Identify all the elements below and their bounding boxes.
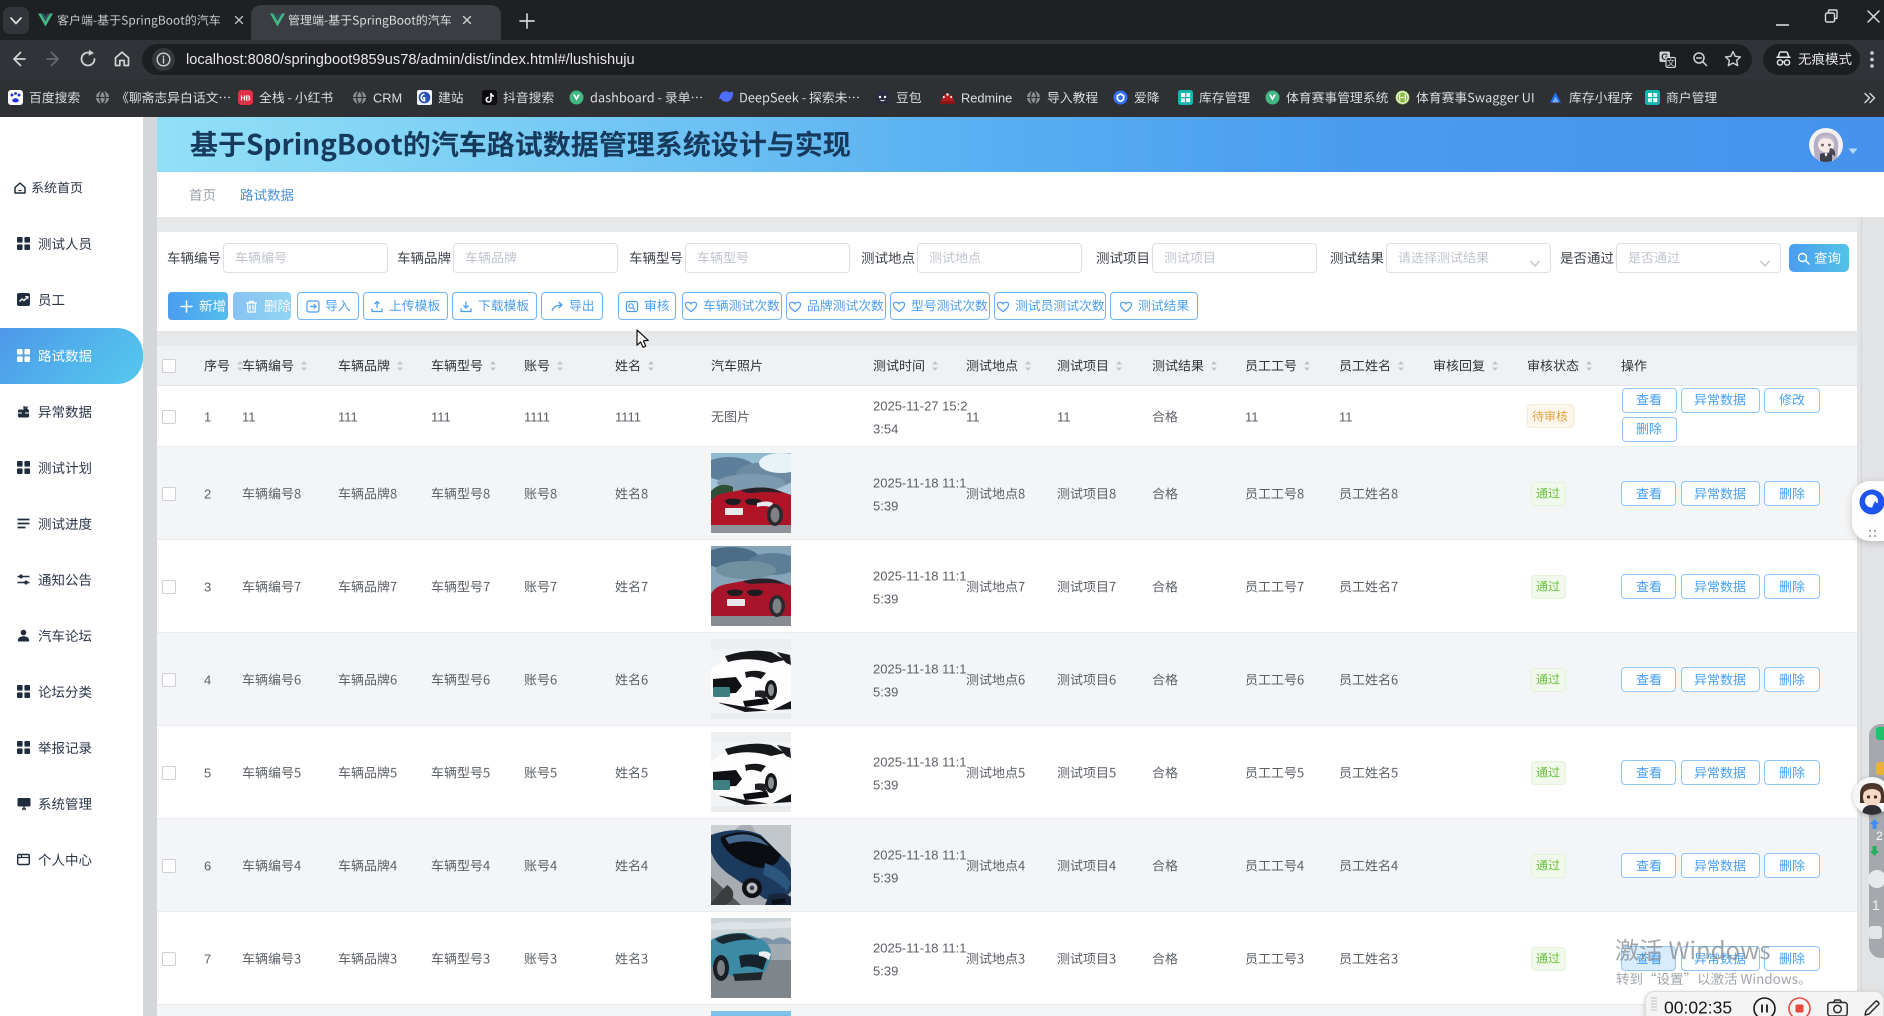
svg-text:文: 文 [1667, 58, 1675, 68]
svg-text:HB: HB [240, 96, 250, 103]
